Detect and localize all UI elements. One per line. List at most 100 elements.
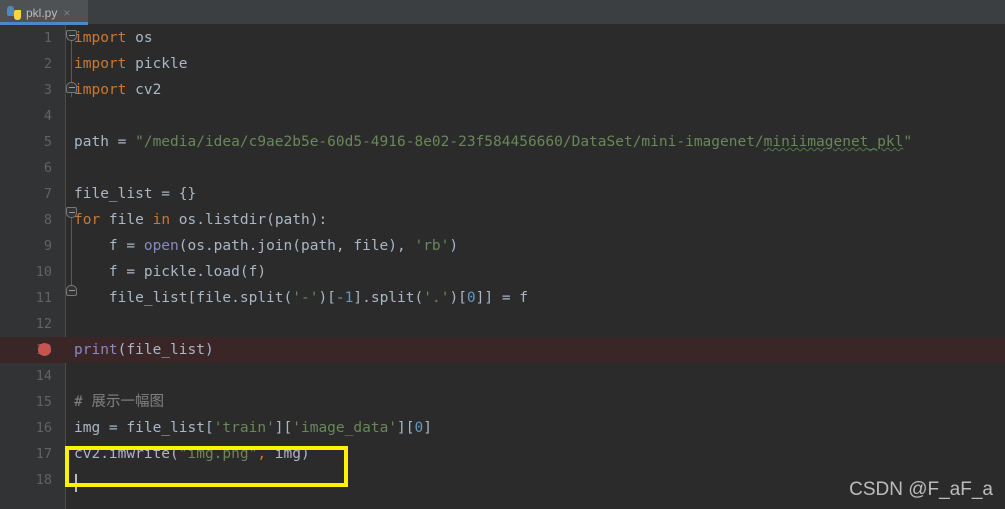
editor-tab-bar: pkl.py × xyxy=(0,0,1005,25)
code-line[interactable]: 9 f = open(os.path.join(path, file), 'rb… xyxy=(0,233,1005,259)
line-number: 14 xyxy=(35,368,52,384)
code-token: in xyxy=(152,212,171,228)
code-line[interactable]: 4 xyxy=(0,103,1005,129)
code-token: f = pickle.load(f) xyxy=(74,264,267,280)
line-number: 2 xyxy=(43,56,52,72)
code-token: "/media/idea/c9ae2b5e-60d5-4916-8e02-23f… xyxy=(135,134,764,150)
code-token: import xyxy=(74,82,127,98)
code-line[interactable]: 15 # 展示一幅图 xyxy=(0,389,1005,415)
code-token: # 展示一幅图 xyxy=(74,394,164,410)
fold-region-forloop-line xyxy=(71,212,72,290)
code-token: 'image_data' xyxy=(292,420,398,436)
code-token: import xyxy=(74,30,127,46)
code-line[interactable]: 7 file_list = {} xyxy=(0,181,1005,207)
line-number: 11 xyxy=(35,290,52,306)
code-token: img) xyxy=(266,446,310,462)
editor-tab-pkl-py[interactable]: pkl.py × xyxy=(0,0,88,25)
code-line[interactable]: 12 xyxy=(0,311,1005,337)
line-number: 9 xyxy=(43,238,52,254)
line-number: 16 xyxy=(35,420,52,436)
code-token: )[ xyxy=(318,290,336,306)
code-token: ) xyxy=(449,238,459,254)
code-line[interactable]: 3 import cv2 xyxy=(0,77,1005,103)
code-token: file xyxy=(100,212,153,228)
code-token: print xyxy=(74,342,118,358)
line-number: 3 xyxy=(43,82,52,98)
code-token: ][ xyxy=(274,420,293,436)
code-line[interactable]: 11 file_list[file.split('-')[-1].split('… xyxy=(0,285,1005,311)
editor-tab-label: pkl.py xyxy=(26,5,58,20)
fold-marker-forloop-start[interactable] xyxy=(66,207,77,218)
line-number: 5 xyxy=(43,134,52,150)
close-icon[interactable]: × xyxy=(63,7,70,19)
code-line[interactable]: 2 import pickle xyxy=(0,51,1005,77)
line-number: 8 xyxy=(43,212,52,228)
line-number: 7 xyxy=(43,186,52,202)
code-token: ].split( xyxy=(353,290,424,306)
code-token: , xyxy=(257,446,267,462)
code-line[interactable]: 5 path = "/media/idea/c9ae2b5e-60d5-4916-… xyxy=(0,129,1005,155)
python-file-icon xyxy=(7,5,21,20)
breakpoint-marker-line-13[interactable] xyxy=(38,343,51,356)
code-token: os xyxy=(126,30,153,46)
fold-marker-imports-end[interactable] xyxy=(66,82,77,93)
code-line[interactable]: 1 import os xyxy=(0,25,1005,51)
code-token: -1 xyxy=(335,290,354,306)
code-text: f = open(os.path.join(path, file), 'rb') xyxy=(74,233,458,259)
code-text: import cv2 xyxy=(74,77,161,103)
code-line[interactable]: 8 for file in os.listdir(path): xyxy=(0,207,1005,233)
code-token: os.listdir(path): xyxy=(170,212,328,228)
code-token: )[ xyxy=(449,290,467,306)
line-number: 18 xyxy=(35,472,52,488)
code-line[interactable]: 6 xyxy=(0,155,1005,181)
code-token: 0 xyxy=(414,420,424,436)
code-line[interactable]: 14 xyxy=(0,363,1005,389)
code-token: ]] = f xyxy=(475,290,529,306)
code-text: path = "/media/idea/c9ae2b5e-60d5-4916-8… xyxy=(74,129,912,155)
code-text: file_list = {} xyxy=(74,181,196,207)
code-line[interactable]: 17 cv2.imwrite("img.png", img) xyxy=(0,441,1005,467)
code-token: for xyxy=(74,212,101,228)
line-number: 4 xyxy=(43,108,52,124)
code-token: (file_list) xyxy=(117,342,214,358)
line-number: 12 xyxy=(35,316,52,332)
code-token: '-' xyxy=(292,290,319,306)
code-token: file_list = {} xyxy=(74,186,197,202)
code-token: '.' xyxy=(423,290,450,306)
code-text: # 展示一幅图 xyxy=(74,389,164,415)
code-text: img = file_list['train']['image_data'][0… xyxy=(74,415,432,441)
code-token: ][ xyxy=(397,420,415,436)
code-token: 'rb' xyxy=(414,238,450,254)
code-token: " xyxy=(903,134,913,150)
code-token: f = xyxy=(74,238,144,254)
fold-marker-forloop-end[interactable] xyxy=(66,285,77,296)
code-text: import pickle xyxy=(74,51,188,77)
line-number: 17 xyxy=(35,446,52,462)
code-text: f = pickle.load(f) xyxy=(74,259,266,285)
code-token: file_list[file.split( xyxy=(74,290,293,306)
code-line[interactable]: 16 img = file_list['train']['image_data']… xyxy=(0,415,1005,441)
code-token: pickle xyxy=(126,56,188,72)
code-text: cv2.imwrite("img.png", img) xyxy=(74,441,310,467)
code-editor[interactable]: 1 import os 2 import pickle 3 import cv2 4 5 pat… xyxy=(0,25,1005,509)
fold-marker-imports-start[interactable] xyxy=(66,30,77,41)
code-token: (os.path.join(path, file), xyxy=(178,238,415,254)
code-token: cv2 xyxy=(126,82,162,98)
code-token: cv2.imwrite( xyxy=(74,446,179,462)
line-number: 6 xyxy=(43,160,52,176)
text-caret xyxy=(75,474,77,492)
code-token: img = file_list[ xyxy=(74,420,214,436)
line-number: 15 xyxy=(35,394,52,410)
ide-editor-window: pkl.py × 1 import os 2 import pickle 3 import… xyxy=(0,0,1005,509)
line-number: 1 xyxy=(43,30,52,46)
code-token: path = xyxy=(74,134,136,150)
code-text: file_list[file.split('-')[-1].split('.')… xyxy=(74,285,528,311)
code-token: 0 xyxy=(466,290,476,306)
code-text: import os xyxy=(74,25,153,51)
code-token: "img.png" xyxy=(178,446,258,462)
code-line[interactable]: 13print(file_list) xyxy=(0,337,1005,363)
code-lines: 1 import os 2 import pickle 3 import cv2 4 5 pat… xyxy=(0,25,1005,493)
code-line[interactable]: 10 f = pickle.load(f) xyxy=(0,259,1005,285)
code-token: open xyxy=(143,238,179,254)
code-token: ] xyxy=(423,420,432,436)
